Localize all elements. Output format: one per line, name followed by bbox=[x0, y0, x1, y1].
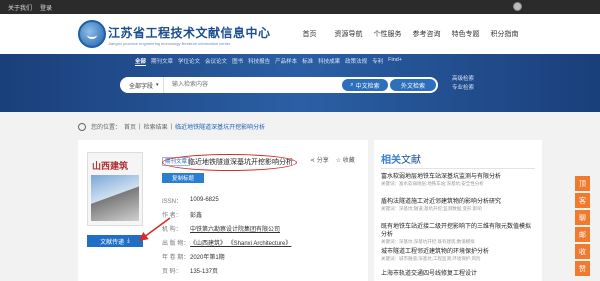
nav-topics[interactable]: 特色专题 bbox=[446, 29, 485, 39]
tab-reports[interactable]: 科技报告 bbox=[248, 57, 270, 66]
tab-find-plus[interactable]: Find+ bbox=[388, 57, 402, 66]
search-banner: 全部 期刊文章 学位论文 会议论文 图书 科技报告 产品样本 标准 科技成果 政… bbox=[0, 54, 600, 112]
tab-patents[interactable]: 专利 bbox=[372, 57, 383, 66]
floating-toolbar: 顶 客 聊 邮 收 赞 bbox=[575, 176, 590, 278]
related-title: 相关文献 bbox=[381, 151, 421, 166]
related-item-title: 富水软弱地层地铁车站深基坑监测与有限分析 bbox=[381, 174, 502, 180]
login-link[interactable]: 登录 bbox=[40, 3, 52, 12]
nav-home[interactable]: 首页 bbox=[290, 29, 329, 39]
top-icon[interactable]: 顶 bbox=[575, 176, 590, 191]
related-item-title: 既有地铁车站近接二级开挖影响下的三维有限元数值模拟分析 bbox=[381, 224, 532, 238]
tab-achievements[interactable]: 科技成果 bbox=[318, 57, 340, 66]
divider bbox=[381, 168, 535, 169]
related-item-title: 上海市轨道交通四号线修复工程设计 bbox=[381, 271, 478, 277]
tab-samples[interactable]: 产品样本 bbox=[275, 57, 297, 66]
related-item-sub: 关键词：城市隧道;深基坑;工程监测;环境保护;风险 bbox=[381, 256, 481, 261]
tab-conference[interactable]: 会议论文 bbox=[205, 57, 227, 66]
site-title: 江苏省工程技术文献信息中心 bbox=[108, 26, 271, 40]
about-link[interactable]: 关于我们 bbox=[8, 3, 32, 12]
search-input[interactable] bbox=[164, 78, 342, 92]
search-bar: 全部字段 ▾ ⌕ 中文检索 外文检索 bbox=[120, 77, 438, 93]
tab-journal[interactable]: 期刊文章 bbox=[151, 57, 173, 66]
tab-thesis[interactable]: 学位论文 bbox=[178, 57, 200, 66]
location-pin-icon bbox=[78, 122, 86, 131]
annotation-arrow bbox=[138, 217, 171, 241]
related-item-title: 盾构法隧道施工对近邻建筑物的影响分析研究 bbox=[381, 199, 502, 205]
nav-personal[interactable]: 个性服务 bbox=[368, 29, 407, 39]
professional-search-link[interactable]: 专业检索 bbox=[452, 84, 474, 93]
breadcrumb-sep: | bbox=[139, 123, 141, 130]
chat-icon[interactable]: 聊 bbox=[575, 210, 590, 225]
advanced-search-link[interactable]: 高级检索 bbox=[452, 75, 474, 84]
logo[interactable] bbox=[78, 20, 106, 48]
breadcrumb-sep: | bbox=[170, 123, 173, 130]
related-title-sub: 文献 bbox=[401, 155, 421, 166]
related-item[interactable]: 富水软弱地层地铁车站深基坑监测与有限分析 关键词：富水软弱地层;地铁车站;深基坑… bbox=[381, 173, 535, 187]
tab-books[interactable]: 图书 bbox=[232, 57, 243, 66]
header: 江苏省工程技术文献信息中心 Jiangsu province engineeri… bbox=[0, 14, 600, 54]
nav-reference[interactable]: 参考咨询 bbox=[407, 29, 446, 39]
nav-points-guide[interactable]: 积分指南 bbox=[485, 29, 524, 39]
related-item-sub: 关键词：富水软弱地层;地铁车站;深基坑;安全性分析 bbox=[381, 181, 484, 186]
related-item[interactable]: 城市隧道工程邻近建筑物的环境保护分析 关键词：城市隧道;深基坑;工程监测;环境保… bbox=[381, 248, 535, 262]
chevron-down-icon: ▾ bbox=[156, 82, 159, 88]
breadcrumb: 您的位置： 首页 | 检索结果 | 临近地铁隧道深基坑开挖影响分析 bbox=[78, 122, 265, 131]
service-icon[interactable]: 客 bbox=[575, 193, 590, 208]
search-type-tabs: 全部 期刊文章 学位论文 会议论文 图书 科技报告 产品样本 标准 科技成果 政… bbox=[135, 57, 402, 66]
related-item-title: 城市隧道工程邻近建筑物的环境保护分析 bbox=[381, 249, 490, 255]
breadcrumb-results[interactable]: 检索结果 bbox=[144, 122, 168, 131]
avatar[interactable] bbox=[513, 2, 522, 11]
related-item-sub: 关键词：深基坑;隧道;基坑开挖;监测数据;变形;影响 bbox=[381, 206, 482, 211]
related-literature-panel: 相关文献 富水软弱地层地铁车站深基坑监测与有限分析 关键词：富水软弱地层;地铁车… bbox=[374, 140, 542, 281]
search-scope-select[interactable]: 全部字段 ▾ bbox=[120, 77, 164, 93]
chinese-search-button[interactable]: ⌕ 中文检索 bbox=[342, 79, 388, 91]
top-bar: 关于我们 登录 bbox=[0, 0, 600, 14]
article-card: 山西建筑 文献传递 ⤓ 期刊文章 临近地铁隧道深基坑开挖影响分析 复制标题 ⋖ … bbox=[78, 140, 368, 281]
mail-icon[interactable]: 邮 bbox=[575, 227, 590, 242]
related-item[interactable]: 上海市轨道交通四号线修复工程设计 bbox=[381, 270, 535, 278]
main-nav: 首页 资源导航 个性服务 参考咨询 特色专题 积分指南 bbox=[290, 14, 524, 54]
chinese-search-label: 中文检索 bbox=[355, 83, 380, 90]
search-icon: ⌕ bbox=[350, 81, 354, 88]
tab-all[interactable]: 全部 bbox=[135, 57, 147, 66]
related-item[interactable]: 盾构法隧道施工对近邻建筑物的影响分析研究 关键词：深基坑;隧道;基坑开挖;监测数… bbox=[381, 198, 535, 212]
breadcrumb-label: 您的位置： bbox=[91, 125, 122, 131]
bookmark-icon[interactable]: 收 bbox=[575, 244, 590, 259]
advanced-search-links: 高级检索 专业检索 bbox=[452, 75, 474, 93]
tab-policies[interactable]: 政策法规 bbox=[345, 57, 367, 66]
related-item[interactable]: 既有地铁车站近接二级开挖影响下的三维有限元数值模拟分析 关键词：深基坑;深基坑开… bbox=[381, 223, 535, 245]
tab-standards[interactable]: 标准 bbox=[302, 57, 313, 66]
breadcrumb-home[interactable]: 首页 bbox=[124, 122, 136, 131]
breadcrumb-current: 临近地铁隧道深基坑开挖影响分析 bbox=[175, 125, 266, 131]
nav-resources[interactable]: 资源导航 bbox=[329, 29, 368, 39]
search-scope-value: 全部字段 bbox=[129, 83, 154, 90]
related-item-sub: 关键词：深基坑;深基坑开挖;既有建筑;数值模拟 bbox=[381, 239, 475, 244]
site-subtitle: Jiangsu province engineering technology … bbox=[108, 41, 231, 46]
like-icon[interactable]: 赞 bbox=[575, 261, 590, 276]
foreign-search-button[interactable]: 外文检索 bbox=[390, 79, 436, 91]
related-title-main: 相关 bbox=[381, 155, 401, 166]
